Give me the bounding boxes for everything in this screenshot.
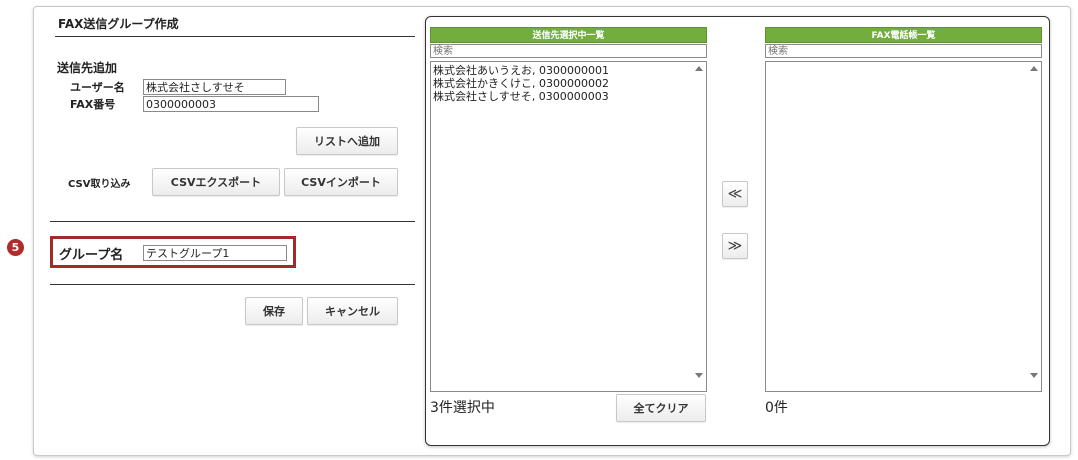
- selected-count: 3件選択中: [430, 400, 495, 416]
- step-badge: 5: [7, 239, 24, 256]
- phonebook-list-box[interactable]: [765, 61, 1042, 392]
- scroll-up-icon[interactable]: [1030, 66, 1038, 71]
- csv-import-button[interactable]: CSVインポート: [284, 168, 398, 196]
- move-right-button[interactable]: ≫: [722, 233, 748, 259]
- double-chevron-left-icon: ≪: [727, 186, 743, 202]
- list-item[interactable]: 株式会社あいうえお, 0300000001: [431, 64, 609, 77]
- phonebook-search-input[interactable]: [765, 44, 1042, 58]
- scroll-down-icon[interactable]: [1030, 373, 1038, 378]
- move-left-button[interactable]: ≪: [722, 181, 748, 207]
- scroll-up-icon[interactable]: [695, 66, 703, 71]
- phonebook-list-header: FAX電話帳一覧: [765, 27, 1042, 43]
- cancel-button[interactable]: キャンセル: [307, 297, 398, 325]
- selected-list-header: 送信先選択中一覧: [430, 27, 707, 43]
- form-title: FAX送信グループ作成: [58, 17, 179, 31]
- csv-export-button[interactable]: CSVエクスポート: [152, 168, 280, 196]
- list-item[interactable]: 株式会社さしすせそ, 0300000003: [431, 90, 609, 103]
- csv-import-label: CSV取り込み: [68, 179, 131, 190]
- selected-list-box[interactable]: 株式会社あいうえお, 0300000001 株式会社かきくけこ, 0300000…: [430, 61, 707, 392]
- step-number: 5: [11, 241, 20, 254]
- user-name-label: ユーザー名: [70, 81, 125, 94]
- clear-all-button[interactable]: 全てクリア: [616, 394, 706, 422]
- save-button[interactable]: 保存: [245, 297, 303, 325]
- fax-number-label: FAX番号: [70, 98, 116, 111]
- phonebook-count: 0件: [765, 400, 788, 416]
- scroll-down-icon[interactable]: [695, 373, 703, 378]
- fax-number-input[interactable]: [143, 96, 319, 112]
- selected-list-search-input[interactable]: [430, 44, 707, 58]
- divider-2: [50, 284, 415, 285]
- double-chevron-right-icon: ≫: [727, 238, 743, 254]
- add-to-list-button[interactable]: リストへ追加: [296, 127, 398, 155]
- group-name-label: グループ名: [59, 248, 124, 263]
- group-name-input[interactable]: [143, 245, 287, 261]
- divider-1: [50, 221, 415, 222]
- title-divider: [55, 36, 415, 37]
- section-title: 送信先追加: [57, 61, 118, 75]
- list-item[interactable]: 株式会社かきくけこ, 0300000002: [431, 77, 609, 90]
- user-name-input[interactable]: [143, 79, 286, 95]
